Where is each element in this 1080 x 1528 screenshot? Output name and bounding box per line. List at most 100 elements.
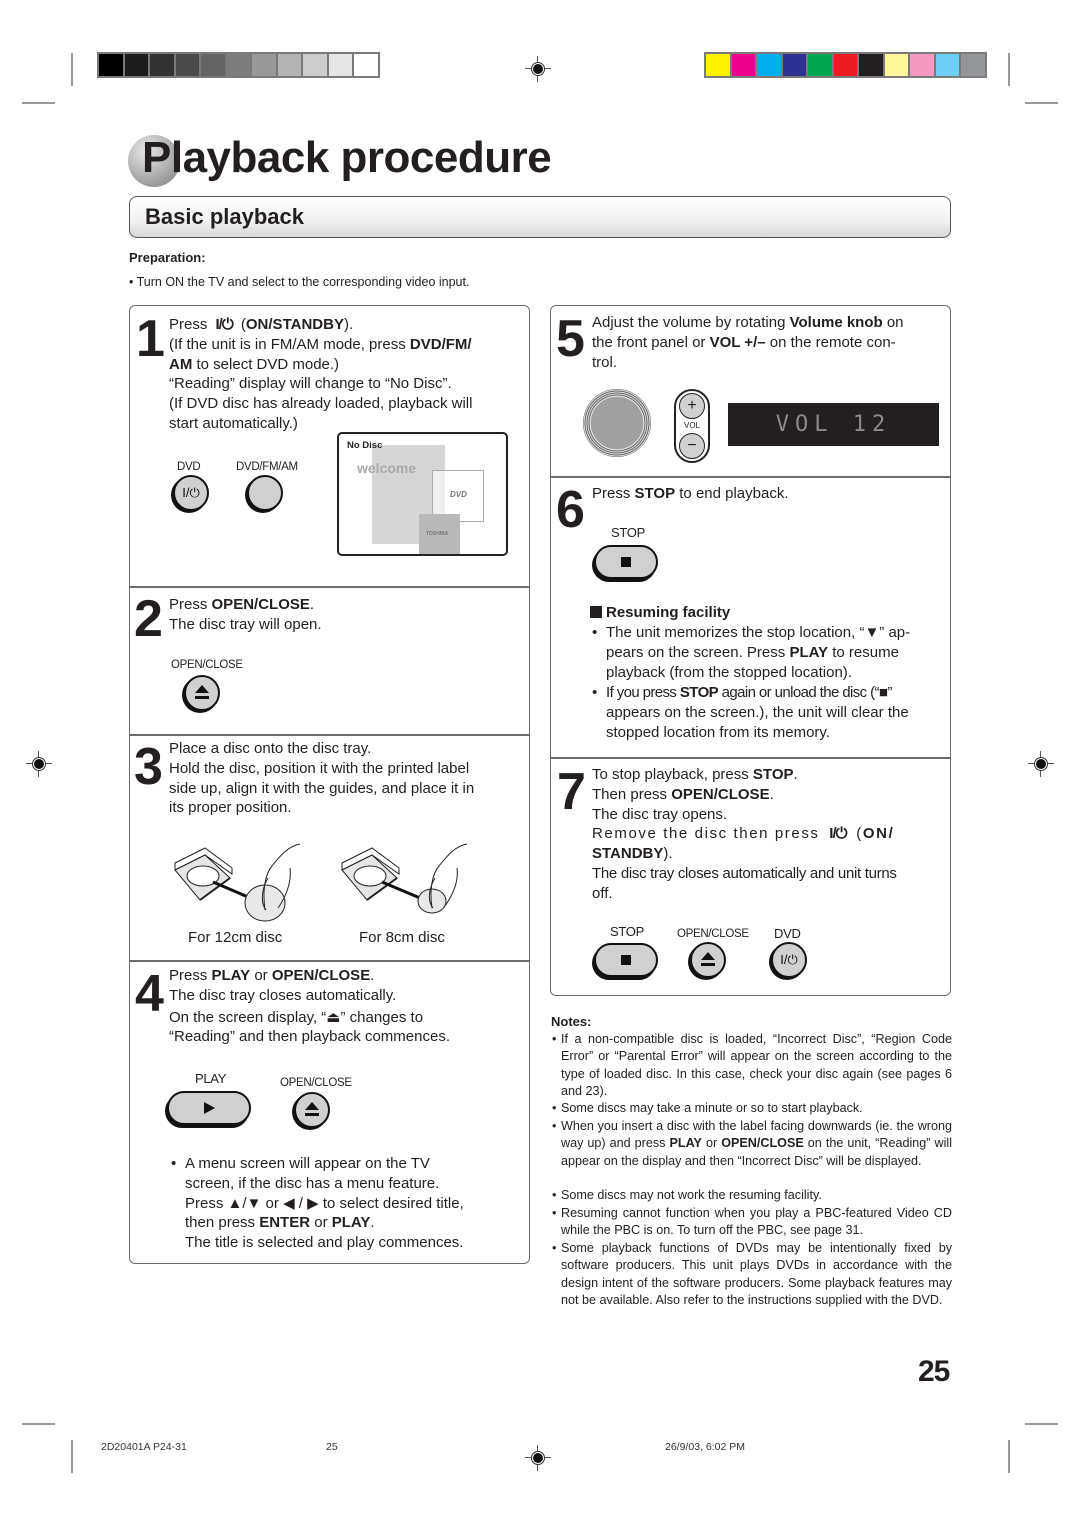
step-divider [550, 476, 951, 478]
crop-mark [1025, 1423, 1058, 1425]
color-swatch [226, 54, 250, 76]
preparation-item-text: Turn ON the TV and select to the corresp… [136, 275, 470, 289]
grayscale-color-bar [97, 52, 380, 78]
color-swatch [175, 54, 199, 76]
step-4-text: Press PLAY or OPEN/CLOSE. The disc tray … [169, 967, 450, 1046]
play-button-label: PLAY [195, 1071, 227, 1086]
color-swatch [354, 54, 378, 76]
play-button[interactable] [167, 1091, 251, 1125]
color-swatch [731, 54, 755, 76]
eject-icon [194, 685, 210, 701]
dvd-button-label: DVD [177, 461, 201, 473]
color-swatch [277, 54, 301, 76]
open-close-button-label: OPEN/CLOSE [677, 928, 749, 940]
color-swatch [328, 54, 352, 76]
power-icon: I/⏻ [215, 316, 234, 333]
vol-minus-button[interactable]: − [679, 433, 705, 459]
resuming-facility-heading: Resuming facility [590, 604, 730, 621]
color-swatch [910, 54, 934, 76]
note-item: • When you insert a disc with the label f… [552, 1119, 952, 1168]
step-1-text: Press I/⏻ (ON/STANDBY). (If the unit is … [169, 316, 473, 432]
step-number: 1 [136, 310, 165, 368]
color-swatch [782, 54, 806, 76]
step-number: 4 [135, 965, 164, 1023]
note-item: • Some discs may not work the resuming fa… [552, 1188, 822, 1202]
disc-8cm-illustration [341, 843, 468, 914]
notes-label: Notes: [551, 1014, 592, 1029]
dvd-fm-am-button-label: DVD/FM/AM [236, 461, 298, 473]
crop-mark [1008, 1440, 1010, 1473]
note-item: • Resuming cannot function when you play … [552, 1206, 952, 1238]
registration-mark-icon [525, 1445, 551, 1471]
step-number: 5 [556, 310, 585, 368]
stop-button-label: STOP [611, 525, 645, 540]
power-icon: I/⏻ [829, 825, 847, 843]
power-button[interactable]: I/⏻ [173, 475, 209, 511]
volume-display-text: VOL 12 [775, 412, 892, 437]
heading-square-icon [590, 606, 602, 618]
stop-icon [621, 557, 631, 567]
open-close-button[interactable] [294, 1092, 330, 1128]
page-number: 25 [918, 1355, 950, 1388]
step-number: 6 [556, 481, 585, 539]
color-swatch [935, 54, 959, 76]
up-down-arrow-icon: ▲/▼ [227, 1194, 262, 1212]
section-title: Basic playback [145, 204, 304, 229]
crop-mark [22, 102, 55, 104]
note-item: • If a non-compatible disc is loaded, “In… [552, 1032, 952, 1099]
eject-icon: ⏏ [326, 1008, 341, 1026]
menu-bullet: • A menu screen will appear on the TV sc… [171, 1155, 464, 1252]
color-swatch [201, 54, 225, 76]
footer-file: 2D20401A P24-31 [101, 1441, 187, 1453]
stop-button[interactable] [594, 943, 658, 977]
step-divider [129, 734, 530, 736]
caption-8cm: For 8cm disc [359, 929, 445, 946]
color-swatch [961, 54, 985, 76]
eject-icon [304, 1102, 320, 1118]
step-7-text: To stop playback, press STOP. Then press… [592, 766, 897, 902]
bullet-dot: • [592, 684, 598, 701]
crop-mark [1025, 102, 1058, 104]
caption-12cm: For 12cm disc [188, 929, 283, 946]
stop-button[interactable] [594, 545, 658, 579]
step-divider [129, 960, 530, 962]
vol-plus-button[interactable]: + [679, 393, 705, 419]
vol-rocker: + VOL − [674, 389, 710, 463]
preparation-label: Preparation: [129, 250, 206, 265]
disc-12cm-illustration [174, 843, 301, 922]
step-6-text: Press STOP to end playback. [592, 485, 789, 502]
color-swatch [124, 54, 148, 76]
step-number: 3 [134, 738, 163, 796]
open-close-button[interactable] [690, 942, 726, 978]
stop-button-label: STOP [610, 924, 644, 939]
resume-bullet: • If you press STOP again or unload the … [592, 684, 909, 741]
step-5-text: Adjust the volume by rotating Volume kno… [592, 314, 904, 371]
bullet-dot: • [171, 1155, 177, 1172]
power-button[interactable]: I/⏻ [771, 942, 807, 978]
color-swatch [833, 54, 857, 76]
eject-icon [700, 952, 716, 968]
crop-mark [71, 1440, 73, 1473]
step-number: 2 [134, 590, 163, 648]
screen-welcome: welcome [357, 460, 417, 476]
open-close-button-label: OPEN/CLOSE [280, 1077, 352, 1089]
brand-logo: TOSHIBA [426, 531, 449, 537]
color-swatch [150, 54, 174, 76]
crop-mark [71, 53, 73, 86]
open-close-button[interactable] [184, 675, 220, 711]
step-2-text: Press OPEN/CLOSE. The disc tray will ope… [169, 596, 322, 633]
bullet-dot: • [592, 624, 598, 641]
footer-timestamp: 26/9/03, 6:02 PM [665, 1441, 745, 1453]
color-swatch [859, 54, 883, 76]
crop-mark [1008, 53, 1010, 86]
color-swatch [303, 54, 327, 76]
resume-bullet: • The unit memorizes the stop location, … [592, 624, 911, 681]
color-swatch [252, 54, 276, 76]
crop-mark [22, 1423, 55, 1425]
color-swatch [99, 54, 123, 76]
play-icon [203, 1102, 215, 1114]
dvd-fm-am-button[interactable] [247, 475, 283, 511]
color-swatch [808, 54, 832, 76]
step-3-text: Place a disc onto the disc tray. Hold th… [169, 740, 475, 817]
volume-knob[interactable] [583, 389, 651, 457]
